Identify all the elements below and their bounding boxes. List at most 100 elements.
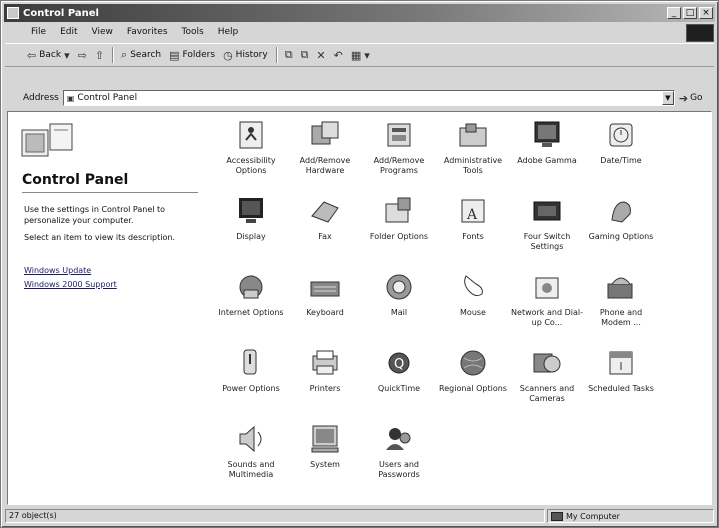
history-button[interactable]: ◷ History [223,49,268,62]
mail-icon [382,270,416,304]
windows-logo [686,24,714,42]
delete-button[interactable]: ✕ [316,49,325,62]
search-icon: ⌕ [121,48,128,61]
admin-tools-icon [456,118,490,152]
control-panel-item[interactable]: Scheduled Tasks [584,346,658,422]
item-label: Network and Dial-up Co... [511,308,583,327]
address-value: Control Panel [77,93,138,103]
delete-icon: ✕ [316,48,326,62]
control-panel-icon [7,7,19,19]
adobe-gamma-icon [530,118,564,152]
control-panel-item[interactable]: Add/Remove Programs [362,118,436,194]
item-label: Adobe Gamma [517,156,577,165]
control-panel-item[interactable]: Q QuickTime [362,346,436,422]
copy-to-icon: ⧉ [300,48,309,61]
go-button[interactable]: ➔ Go [679,92,703,105]
item-label: Fonts [462,232,484,241]
control-panel-small-icon: ▣ [66,93,75,103]
gaming-icon [604,194,638,228]
windows-update-link[interactable]: Windows Update [24,266,91,275]
users-icon [382,422,416,456]
item-label: Printers [309,384,341,393]
accessibility-icon [234,118,268,152]
dropdown-icon: ▾ [364,48,370,62]
menu-favorites[interactable]: Favorites [127,27,168,37]
folders-label: Folders [182,50,216,60]
toolbar-separator [275,47,277,63]
move-to-button[interactable]: ⧉ [285,48,293,62]
add-programs-icon [382,118,416,152]
undo-button[interactable]: ↶ [334,49,343,62]
control-panel-item[interactable]: Keyboard [288,270,362,346]
add-hardware-icon [308,118,342,152]
control-panel-item[interactable]: Scanners and Cameras [510,346,584,422]
fonts-icon: A [456,194,490,228]
item-label: Scheduled Tasks [588,384,654,393]
title-bar[interactable]: Control Panel _ □ × [4,4,715,22]
go-arrow-icon: ➔ [678,91,689,105]
control-panel-item[interactable]: A Fonts [436,194,510,270]
scheduled-tasks-icon [604,346,638,380]
regional-options-icon [456,346,490,380]
menu-edit[interactable]: Edit [60,27,77,37]
menu-help[interactable]: Help [218,27,239,37]
control-panel-item[interactable]: Mail [362,270,436,346]
control-panel-item[interactable]: Printers [288,346,362,422]
menu-tools[interactable]: Tools [182,27,204,37]
mouse-icon [456,270,490,304]
address-dropdown-button[interactable]: ▼ [661,91,674,105]
control-panel-item[interactable]: Gaming Options [584,194,658,270]
item-label: Date/Time [600,156,642,165]
item-label: Users and Passwords [378,460,420,479]
control-panel-item[interactable]: Adobe Gamma [510,118,584,194]
control-panel-item[interactable]: Phone and Modem ... [584,270,658,346]
control-panel-item[interactable]: Network and Dial-up Co... [510,270,584,346]
window-controls: _ □ × [667,7,713,19]
control-panel-item[interactable]: Regional Options [436,346,510,422]
back-button[interactable]: ⇦ Back ▾ [27,49,70,62]
up-button[interactable]: ⇧ [95,49,104,62]
control-panel-item[interactable]: Internet Options [214,270,288,346]
views-button[interactable]: ▦ ▾ [351,49,370,62]
phone-modem-icon [604,270,638,304]
control-panel-item[interactable]: Four Switch Settings [510,194,584,270]
windows-support-link[interactable]: Windows 2000 Support [24,280,117,289]
control-panel-item[interactable]: Users and Passwords [362,422,436,498]
menu-file[interactable]: File [31,27,46,37]
control-panel-item[interactable]: Folder Options [362,194,436,270]
item-label: Accessibility Options [226,156,276,175]
address-field[interactable]: ▣ Control Panel ▼ [62,90,675,106]
item-label: Mouse [460,308,486,317]
control-panel-items: Accessibility Options Add/Remove Hardware… [214,118,658,498]
go-label: Go [690,93,703,103]
maximize-button[interactable]: □ [683,7,697,19]
pane-description: Use the settings in Control Panel to per… [24,205,166,225]
control-panel-item[interactable]: Power Options [214,346,288,422]
status-bar: 27 object(s) My Computer [5,508,714,524]
control-panel-item[interactable]: System [288,422,362,498]
control-panel-item[interactable]: Date/Time [584,118,658,194]
menu-view[interactable]: View [92,27,113,37]
dropdown-icon: ▾ [64,48,70,62]
control-panel-item[interactable]: Administrative Tools [436,118,510,194]
control-panel-item[interactable]: Fax [288,194,362,270]
folders-button[interactable]: ▤ Folders [169,49,215,62]
control-panel-item[interactable]: Display [214,194,288,270]
pane-hint: Select an item to view its description. [24,233,175,242]
control-panel-item[interactable]: Sounds and Multimedia [214,422,288,498]
copy-to-button[interactable]: ⧉ [301,48,309,62]
search-button[interactable]: ⌕ Search [121,48,161,62]
item-label: Four Switch Settings [523,232,571,251]
forward-button[interactable]: ⇨ [78,49,87,62]
control-panel-item[interactable]: Add/Remove Hardware [288,118,362,194]
minimize-button[interactable]: _ [667,7,681,19]
svg-text:Q: Q [394,357,404,372]
item-label: Scanners and Cameras [519,384,575,403]
control-panel-item[interactable]: Accessibility Options [214,118,288,194]
control-panel-item[interactable]: Mouse [436,270,510,346]
folder-options-icon [382,194,416,228]
left-info-pane: Control Panel Use the settings in Contro… [8,112,208,504]
keyboard-icon [308,270,342,304]
item-label: Sounds and Multimedia [227,460,275,479]
close-button[interactable]: × [699,7,713,19]
